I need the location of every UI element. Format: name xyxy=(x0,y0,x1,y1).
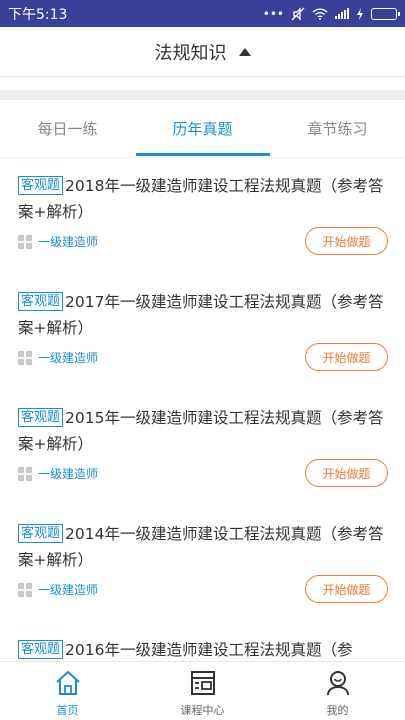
list-item[interactable]: 客观题 2016年一级建造师建设工程法规真题（参 xyxy=(0,623,405,661)
tag-badge: 客观题 xyxy=(18,408,64,427)
nav-label: 课程中心 xyxy=(180,704,225,717)
start-exam-button[interactable]: 开始做题 xyxy=(305,343,388,371)
battery-icon xyxy=(371,7,400,20)
item-title: 客观题 2014年一级建造师建设工程法规真题（参考答案+解析） xyxy=(18,521,390,573)
nav-home[interactable]: 首页 xyxy=(0,662,135,720)
item-category: 一级建造师 xyxy=(18,581,98,598)
status-bar: 下午5:13 ••• xyxy=(0,0,405,27)
item-title-text: 2014年一级建造师建设工程法规真题（参考答案+解析） xyxy=(18,525,384,569)
category-label: 一级建造师 xyxy=(38,583,99,597)
start-exam-button[interactable]: 开始做题 xyxy=(305,459,388,487)
more-dots-icon: ••• xyxy=(262,6,284,21)
signal-icon xyxy=(335,8,349,19)
grid-icon xyxy=(18,582,32,597)
grid-icon xyxy=(18,234,32,249)
grid-icon xyxy=(18,466,32,481)
status-icons: ••• xyxy=(262,6,400,21)
exam-list: 客观题 2018年一级建造师建设工程法规真题（参考答案+解析） 一级建造师 开始做… xyxy=(0,159,405,661)
tab-chapter-practice[interactable]: 章节练习 xyxy=(270,100,405,157)
list-item[interactable]: 客观题 2015年一级建造师建设工程法规真题（参考答案+解析） 一级建造师 开始做… xyxy=(0,391,405,507)
tag-badge: 客观题 xyxy=(18,640,64,659)
tag-badge: 客观题 xyxy=(18,292,64,311)
home-icon xyxy=(55,671,80,695)
title-bar[interactable]: 法规知识 xyxy=(0,27,405,77)
course-icon xyxy=(190,671,215,695)
item-title-text: 2015年一级建造师建设工程法规真题（参考答案+解析） xyxy=(18,409,384,453)
item-title: 客观题 2018年一级建造师建设工程法规真题（参考答案+解析） xyxy=(18,173,390,225)
nav-label: 我的 xyxy=(326,704,349,717)
list-item[interactable]: 客观题 2014年一级建造师建设工程法规真题（参考答案+解析） 一级建造师 开始做… xyxy=(0,507,405,623)
item-title-text: 2017年一级建造师建设工程法规真题（参考答案+解析） xyxy=(18,293,384,337)
item-title-text: 2018年一级建造师建设工程法规真题（参考答案+解析） xyxy=(18,177,384,221)
item-category: 一级建造师 xyxy=(18,233,98,250)
tag-badge: 客观题 xyxy=(18,176,64,195)
profile-icon xyxy=(326,671,349,696)
tab-past-exams[interactable]: 历年真题 xyxy=(135,100,270,157)
caret-up-icon[interactable] xyxy=(238,47,251,56)
category-label: 一级建造师 xyxy=(38,467,99,481)
item-title: 客观题 2017年一级建造师建设工程法规真题（参考答案+解析） xyxy=(18,289,390,341)
item-title-text: 2016年一级建造师建设工程法规真题（参 xyxy=(65,641,353,659)
start-exam-button[interactable]: 开始做题 xyxy=(305,575,388,603)
divider xyxy=(0,90,405,100)
category-label: 一级建造师 xyxy=(38,235,99,249)
wifi-icon xyxy=(312,7,328,20)
nav-label: 首页 xyxy=(56,704,79,717)
bottom-nav: 首页 课程中心 我的 xyxy=(0,661,405,720)
grid-icon xyxy=(18,350,32,365)
list-item[interactable]: 客观题 2018年一级建造师建设工程法规真题（参考答案+解析） 一级建造师 开始做… xyxy=(0,159,405,275)
nav-profile[interactable]: 我的 xyxy=(270,662,405,720)
item-title: 客观题 2016年一级建造师建设工程法规真题（参 xyxy=(18,637,390,661)
item-category: 一级建造师 xyxy=(18,349,98,366)
item-title: 客观题 2015年一级建造师建设工程法规真题（参考答案+解析） xyxy=(18,405,390,457)
tab-daily-practice[interactable]: 每日一练 xyxy=(0,100,135,157)
tab-bar: 每日一练 历年真题 章节练习 xyxy=(0,100,405,158)
charging-icon xyxy=(357,7,363,20)
page-title: 法规知识 xyxy=(154,42,227,64)
mute-icon xyxy=(291,6,305,21)
status-time: 下午5:13 xyxy=(8,6,68,23)
item-category: 一级建造师 xyxy=(18,465,98,482)
tag-badge: 客观题 xyxy=(18,524,64,543)
start-exam-button[interactable]: 开始做题 xyxy=(305,227,388,255)
category-label: 一级建造师 xyxy=(38,351,99,365)
list-item[interactable]: 客观题 2017年一级建造师建设工程法规真题（参考答案+解析） 一级建造师 开始做… xyxy=(0,275,405,391)
nav-course-center[interactable]: 课程中心 xyxy=(135,662,270,720)
